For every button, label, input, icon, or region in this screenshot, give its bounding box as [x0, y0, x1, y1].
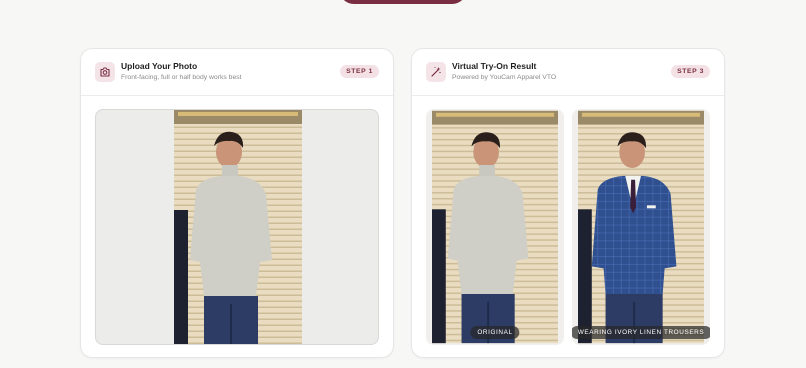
original-photo-panel: ORIGINAL: [426, 109, 564, 345]
uploaded-photo: [174, 110, 302, 344]
camera-icon: [95, 62, 115, 82]
upload-photo-card: Upload Your Photo Front-facing, full or …: [80, 48, 394, 358]
try-on-photo-panel: WEARING IVORY LINEN TROUSERS: [572, 109, 710, 345]
original-photo: [432, 109, 558, 345]
upload-card-header: Upload Your Photo Front-facing, full or …: [81, 49, 393, 96]
original-caption: ORIGINAL: [470, 326, 520, 339]
upload-card-title: Upload Your Photo: [121, 61, 198, 71]
result-card-subtitle: Powered by YouCam Apparel VTO: [452, 74, 557, 81]
magic-wand-icon: [426, 62, 446, 82]
uploaded-photo-dropzone[interactable]: [95, 109, 379, 345]
try-on-caption: WEARING IVORY LINEN TROUSERS: [572, 326, 710, 339]
primary-action-button[interactable]: [339, 0, 467, 4]
try-on-photo: [578, 109, 704, 345]
result-card-title: Virtual Try-On Result: [452, 61, 537, 71]
step-badge: STEP 1: [340, 65, 379, 78]
result-card-header: Virtual Try-On Result Powered by YouCam …: [412, 49, 724, 96]
try-on-result-card: Virtual Try-On Result Powered by YouCam …: [411, 48, 725, 358]
step-badge: STEP 3: [671, 65, 710, 78]
upload-card-subtitle: Front-facing, full or half body works be…: [121, 74, 242, 81]
